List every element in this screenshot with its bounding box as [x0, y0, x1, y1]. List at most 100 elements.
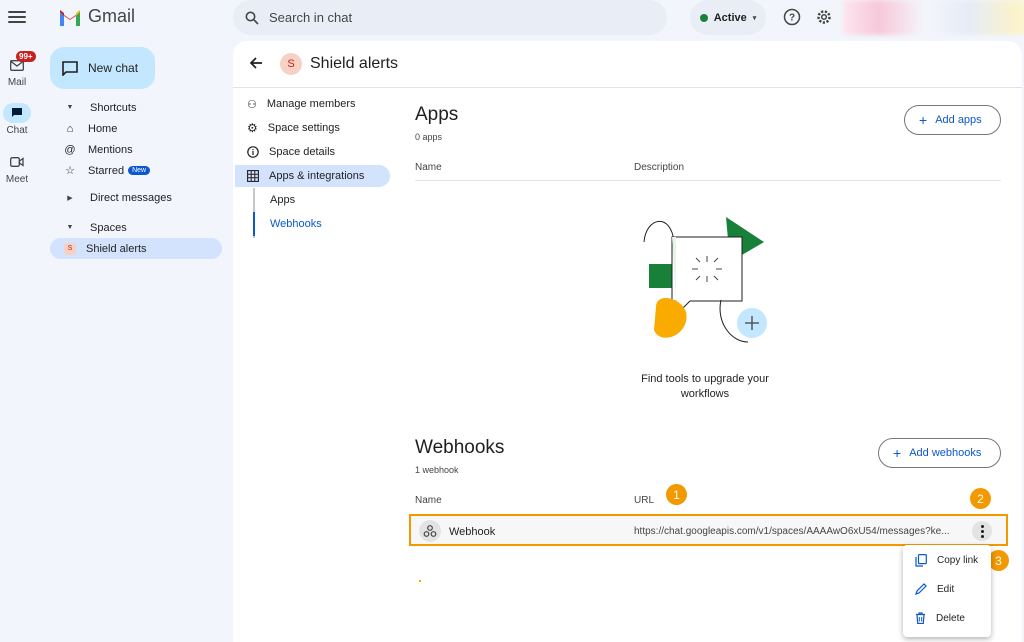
video-camera-icon [10, 157, 24, 167]
gmail-logo[interactable]: Gmail [58, 6, 135, 27]
main-menu-button[interactable] [8, 8, 26, 26]
apps-col-description: Description [634, 162, 685, 173]
menu-label: Edit [937, 583, 955, 595]
empty-state-text: Find tools to upgrade your workflows [620, 372, 790, 402]
rail-mail[interactable]: 99+ Mail [2, 51, 36, 88]
rail-mail-label: Mail [7, 77, 27, 88]
caret-down-icon: ▼ [66, 104, 74, 111]
help-icon[interactable]: ? [783, 8, 801, 26]
search-icon [245, 11, 259, 25]
more-options-icon[interactable] [972, 521, 992, 541]
menu-copy-link[interactable]: Copy link [903, 545, 991, 575]
rail-chat[interactable]: Chat [2, 103, 32, 136]
info-icon [247, 146, 259, 158]
webhooks-count: 1 webhook [415, 465, 459, 475]
gear-icon: ⚙ [247, 121, 258, 135]
menu-label: Delete [936, 612, 965, 624]
context-menu: Copy link Edit Delete [903, 545, 991, 637]
header-divider [233, 87, 1022, 88]
account-area-blurred [843, 0, 1024, 35]
add-apps-button[interactable]: + Add apps [904, 105, 1001, 135]
people-settings-icon: ⚇ [247, 98, 257, 111]
menu-label: Space details [269, 146, 336, 158]
stray-dot [419, 580, 421, 582]
menu-edit[interactable]: Edit [903, 574, 991, 604]
home-icon: ⌂ [66, 122, 74, 135]
pencil-icon [915, 583, 927, 595]
chat-icon [12, 108, 22, 117]
webhook-icon [419, 520, 441, 542]
menu-delete[interactable]: Delete [903, 603, 991, 633]
apps-col-name: Name [415, 162, 442, 173]
webhook-name: Webhook [449, 526, 496, 538]
rail-meet-label: Meet [5, 174, 29, 185]
menu-label: Manage members [266, 98, 356, 110]
menu-space-details[interactable]: Space details [235, 141, 390, 163]
spaces-header[interactable]: ▼ Spaces [50, 217, 222, 238]
callout-1: 1 [666, 484, 687, 505]
sidebar-item-label: Home [88, 122, 118, 135]
shortcuts-label: Shortcuts [90, 101, 137, 114]
status-selector[interactable]: Active ▾ [690, 0, 766, 35]
plus-icon: + [919, 112, 928, 128]
sidebar-item-mentions[interactable]: @ Mentions [50, 139, 222, 160]
webhooks-col-name: Name [415, 495, 442, 506]
menu-label: Space settings [267, 122, 340, 134]
new-badge: New [128, 166, 151, 175]
sidebar-item-label: Shield alerts [86, 242, 147, 255]
menu-apps-integrations[interactable]: Apps & integrations [235, 165, 390, 187]
caret-down-icon: ▼ [66, 224, 74, 231]
star-icon: ☆ [65, 165, 75, 177]
space-avatar: S [64, 242, 76, 255]
app-name: Gmail [88, 6, 136, 26]
rail-chat-label: Chat [6, 125, 28, 136]
sidebar-item-home[interactable]: ⌂ Home [50, 118, 222, 139]
webhook-url: https://chat.googleapis.com/v1/spaces/AA… [634, 526, 950, 537]
search-input[interactable]: Search in chat [269, 10, 352, 25]
space-avatar: S [280, 53, 302, 75]
apps-header-divider [415, 180, 1001, 181]
page-title: Shield alerts [310, 55, 399, 72]
gmail-m-icon [60, 9, 80, 26]
status-label: Active [713, 11, 747, 24]
apps-title: Apps [415, 104, 459, 125]
empty-state-line: workflows [680, 388, 730, 400]
webhooks-title: Webhooks [415, 437, 505, 458]
shortcuts-header[interactable]: ▼ Shortcuts [50, 97, 222, 118]
plus-icon: + [893, 445, 902, 461]
empty-state-line: Find tools to upgrade your [641, 373, 769, 385]
menu-space-settings[interactable]: ⚙ Space settings [235, 117, 390, 139]
sidebar-item-starred[interactable]: ☆ Starred New [50, 160, 222, 181]
direct-messages-header[interactable]: ▶ Direct messages [50, 187, 222, 208]
new-chat-button[interactable]: New chat [50, 47, 155, 89]
caret-right-icon: ▶ [67, 194, 73, 202]
menu-manage-members[interactable]: ⚇ Manage members [235, 93, 390, 115]
direct-messages-label: Direct messages [90, 191, 172, 204]
unread-badge: 99+ [16, 51, 36, 62]
rail-meet[interactable]: Meet [2, 152, 32, 185]
menu-label: Apps & integrations [269, 170, 365, 182]
spaces-label: Spaces [90, 221, 127, 234]
submenu-webhooks[interactable]: Webhooks [270, 218, 322, 230]
apps-count: 0 apps [415, 132, 443, 142]
callout-3: 3 [988, 550, 1009, 571]
add-webhooks-label: Add webhooks [909, 447, 982, 459]
status-dot [699, 13, 708, 22]
svg-text:?: ? [789, 13, 795, 24]
webhooks-col-url: URL [634, 495, 655, 506]
empty-state-illustration [643, 217, 767, 343]
gear-icon[interactable] [815, 8, 833, 26]
search-bar[interactable]: Search in chat [233, 0, 667, 35]
callout-2: 2 [970, 488, 991, 509]
add-webhooks-button[interactable]: + Add webhooks [878, 438, 1001, 468]
grid-icon [247, 170, 259, 182]
add-apps-label: Add apps [935, 114, 982, 126]
submenu-apps[interactable]: Apps [270, 194, 295, 206]
sidebar-item-label: Starred [88, 164, 125, 177]
new-chat-label: New chat [88, 61, 139, 75]
at-icon: @ [64, 143, 76, 156]
sidebar-item-shield-alerts[interactable]: S Shield alerts [50, 238, 222, 259]
copy-icon [915, 553, 927, 567]
submenu-active-indicator [253, 212, 255, 236]
back-arrow-icon[interactable] [248, 55, 264, 74]
